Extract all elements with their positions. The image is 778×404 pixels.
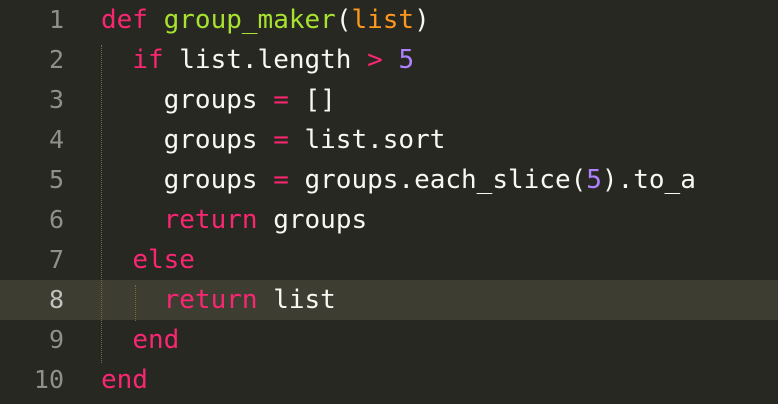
line-number: 2 xyxy=(48,45,64,74)
code-editor[interactable]: 1 def group_maker(list) 2 if list.length >… xyxy=(0,0,778,404)
line-number: 10 xyxy=(33,365,64,394)
code-token-op: = xyxy=(273,125,289,155)
code-line-7[interactable]: 7 else xyxy=(0,240,778,280)
line-number: 6 xyxy=(48,205,64,234)
line-number: 3 xyxy=(48,85,64,114)
code-line-5[interactable]: 5 groups = groups.each_slice(5).to_a xyxy=(0,160,778,200)
code-token-plain: ).to_a xyxy=(601,165,696,195)
line-code[interactable]: return groups xyxy=(101,200,368,240)
code-token-op: > xyxy=(367,45,383,75)
code-token-kw: end xyxy=(101,365,148,395)
line-code[interactable]: if list.length > 5 xyxy=(101,40,414,80)
code-line-8[interactable]: 8 return list xyxy=(0,280,778,320)
line-code[interactable]: end xyxy=(101,360,148,400)
code-token-kw: return xyxy=(163,205,258,235)
line-code[interactable]: end xyxy=(101,320,179,360)
code-token-fn: group_maker xyxy=(163,5,336,35)
line-code[interactable]: groups = [] xyxy=(101,80,336,120)
code-token-plain: groups xyxy=(101,125,274,155)
line-code[interactable]: else xyxy=(101,240,195,280)
code-token-plain: list.length xyxy=(163,45,368,75)
line-number: 9 xyxy=(48,325,64,354)
line-number: 5 xyxy=(48,165,64,194)
code-token-num: 5 xyxy=(398,45,415,75)
code-token-plain: groups xyxy=(101,85,274,115)
indent-guide-level-1 xyxy=(101,45,102,363)
indent-guide-level-2 xyxy=(135,285,136,321)
code-token-plain: list xyxy=(257,285,336,315)
code-token-kw: return xyxy=(163,285,258,315)
code-token-plain: ) xyxy=(414,5,430,35)
line-number: 4 xyxy=(48,125,64,154)
line-number: 7 xyxy=(48,245,64,274)
code-lines: 1 def group_maker(list) 2 if list.length >… xyxy=(0,0,778,404)
line-number: 8 xyxy=(48,285,64,314)
code-line-2[interactable]: 2 if list.length > 5 xyxy=(0,40,778,80)
line-number: 1 xyxy=(48,5,64,34)
code-token-num: 5 xyxy=(586,165,602,195)
code-token-kw: end xyxy=(132,325,180,355)
code-line-9[interactable]: 9 end xyxy=(0,320,778,360)
code-token-kw: if xyxy=(132,45,164,75)
code-token-plain: ( xyxy=(335,5,352,35)
code-line-10[interactable]: 10 end xyxy=(0,360,778,400)
code-token-op: = xyxy=(273,165,289,195)
code-token-plain: list.sort xyxy=(288,125,446,155)
code-line-1[interactable]: 1 def group_maker(list) xyxy=(0,0,778,40)
code-token-plain: groups.each_slice( xyxy=(288,165,587,195)
code-token-param: list xyxy=(351,5,415,35)
code-line-6[interactable]: 6 return groups xyxy=(0,200,778,240)
code-token-plain: [] xyxy=(288,85,336,115)
code-token-kw: else xyxy=(132,245,195,275)
code-token-plain: groups xyxy=(257,205,368,235)
code-token-kw: def xyxy=(101,5,148,35)
code-line-3[interactable]: 3 groups = [] xyxy=(0,80,778,120)
line-code[interactable]: groups = groups.each_slice(5).to_a xyxy=(101,160,696,200)
line-code[interactable]: def group_maker(list) xyxy=(101,0,430,40)
code-token-plain: groups xyxy=(101,165,274,195)
line-code[interactable]: groups = list.sort xyxy=(101,120,446,160)
line-code[interactable]: return list xyxy=(101,280,336,320)
code-token-op: = xyxy=(273,85,289,115)
code-line-4[interactable]: 4 groups = list.sort xyxy=(0,120,778,160)
